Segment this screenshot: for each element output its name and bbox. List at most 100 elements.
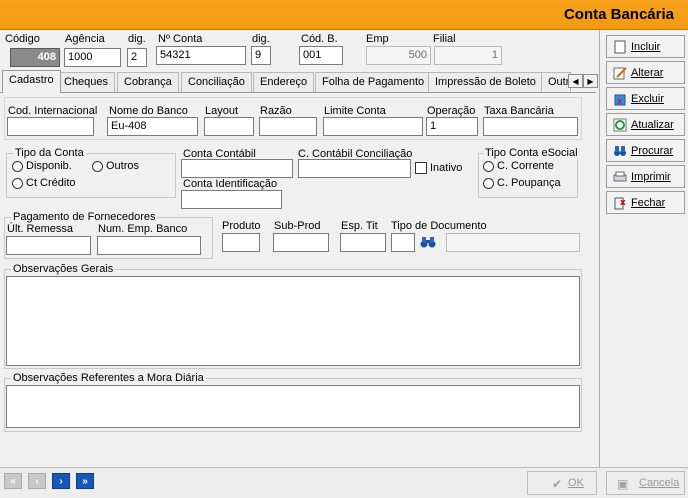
tab-scroll-right-icon[interactable]: ▶: [583, 74, 598, 88]
inativo-checkbox[interactable]: Inativo: [415, 162, 462, 174]
radio-c-corrente-circle[interactable]: [483, 160, 494, 172]
identificacao-label: Conta Identificação: [183, 178, 278, 190]
imprimir-button[interactable]: Imprimir: [606, 165, 685, 188]
conta-field[interactable]: 54321: [156, 46, 246, 65]
conta-dig-field[interactable]: 9: [251, 46, 271, 65]
tab-scroll-left-icon[interactable]: ◀: [568, 74, 583, 88]
fechar-label: Fechar: [631, 196, 666, 209]
atualizar-button[interactable]: Atualizar: [606, 113, 685, 136]
codb-field[interactable]: 001: [299, 46, 343, 65]
tab-folha-pagamento[interactable]: Folha de Pagamento: [315, 72, 432, 92]
filial-field: 1: [434, 46, 502, 65]
num-emp-field[interactable]: [97, 236, 201, 255]
obs-gerais-textarea[interactable]: [6, 276, 580, 366]
tipo-doc-description: [446, 233, 580, 252]
conta-dig-label: dig.: [252, 33, 270, 45]
inativo-label: Inativo: [430, 162, 463, 174]
emp-field: 500: [366, 46, 431, 65]
radio-c-poupanca-circle[interactable]: [483, 177, 494, 189]
refresh-icon-svg: [613, 118, 627, 131]
imprimir-label: Imprimir: [631, 170, 671, 183]
radio-outros-circle[interactable]: [92, 160, 103, 172]
tab-conciliacao[interactable]: Conciliação: [181, 72, 252, 92]
esp-tit-field[interactable]: [340, 233, 386, 252]
cancela-button[interactable]: ▣ Cancela: [606, 471, 685, 495]
taxa-label: Taxa Bancária: [484, 105, 554, 117]
tab-cheques[interactable]: Cheques: [57, 72, 116, 92]
obs-mora-textarea[interactable]: [6, 385, 580, 428]
alterar-label: Alterar: [631, 66, 664, 79]
edit-pencil-icon-svg: [613, 66, 627, 79]
radio-c-poupanca[interactable]: C. Poupança: [483, 177, 561, 189]
cancel-icon: ▣: [617, 477, 629, 491]
last-record-icon[interactable]: »: [76, 473, 94, 489]
tab-divider: [0, 92, 596, 93]
tab-scroll[interactable]: ◀ ▶: [568, 74, 598, 88]
first-record-icon[interactable]: «: [4, 473, 22, 489]
operacao-field[interactable]: 1: [426, 117, 478, 136]
subprod-field[interactable]: [273, 233, 329, 252]
radio-c-corrente[interactable]: C. Corrente: [483, 160, 554, 172]
tipo-conta-legend: Tipo da Conta: [13, 147, 86, 159]
agencia-dig-label: dig.: [128, 33, 146, 45]
close-door-icon-svg: x: [614, 197, 626, 209]
svg-text:x: x: [620, 198, 626, 208]
ult-remessa-field[interactable]: [6, 236, 91, 255]
delete-icon: x: [613, 92, 627, 106]
next-record-icon[interactable]: ›: [52, 473, 70, 489]
layout-field[interactable]: [204, 117, 254, 136]
edit-pencil-icon: [613, 66, 627, 80]
produto-label: Produto: [222, 220, 261, 232]
codb-label: Cód. B.: [301, 33, 338, 45]
radio-disponib[interactable]: Disponib.: [12, 160, 72, 172]
esocial-legend: Tipo Conta eSocial: [483, 147, 580, 159]
agencia-dig-field[interactable]: 2: [127, 48, 147, 67]
radio-outros[interactable]: Outros: [92, 160, 139, 172]
fornecedores-legend: Pagamento de Fornecedores: [11, 211, 158, 223]
refresh-icon: [613, 118, 627, 132]
tab-cobranca[interactable]: Cobrança: [117, 72, 179, 92]
inativo-box[interactable]: [415, 162, 427, 174]
fechar-button[interactable]: x Fechar: [606, 191, 685, 214]
new-document-icon-svg: [614, 40, 626, 53]
nome-banco-label: Nome do Banco: [109, 105, 188, 117]
produto-field[interactable]: [222, 233, 260, 252]
tab-cadastro[interactable]: Cadastro: [2, 70, 61, 93]
agencia-field[interactable]: 1000: [64, 48, 121, 67]
new-document-icon: [613, 40, 627, 54]
tab-impressao-boleto[interactable]: Impressão de Boleto: [428, 72, 543, 92]
binoculars-icon-svg: [420, 237, 436, 248]
identificacao-field[interactable]: [181, 190, 282, 209]
incluir-label: Incluir: [631, 40, 661, 53]
nome-banco-field[interactable]: Eu-408: [107, 117, 198, 136]
limite-field[interactable]: [323, 117, 423, 136]
alterar-button[interactable]: Alterar: [606, 61, 685, 84]
conta-contabil-field[interactable]: [181, 159, 293, 178]
procurar-label: Procurar: [631, 144, 674, 157]
razao-field[interactable]: [259, 117, 317, 136]
emp-label: Emp: [366, 33, 389, 45]
radio-disponib-label: Disponib.: [26, 160, 72, 172]
incluir-button[interactable]: Incluir: [606, 35, 685, 58]
radio-disponib-circle[interactable]: [12, 160, 23, 172]
ok-button[interactable]: ✔ OK: [527, 471, 597, 495]
tipo-doc-field[interactable]: [391, 233, 415, 252]
tab-endereco[interactable]: Endereço: [253, 72, 315, 92]
procurar-button[interactable]: Procurar: [606, 139, 685, 162]
codigo-label: Código: [5, 33, 40, 45]
tipo-doc-label: Tipo de Documento: [391, 220, 487, 232]
binoculars-icon[interactable]: [420, 235, 436, 251]
tab-outros[interactable]: Outr: [541, 72, 571, 92]
radio-ct-credito-circle[interactable]: [12, 177, 23, 189]
radio-c-poupanca-label: C. Poupança: [497, 177, 561, 189]
agencia-label: Agência: [65, 33, 105, 45]
radio-ct-credito[interactable]: Ct Crédito: [12, 177, 76, 189]
search-binoculars-icon-svg: [614, 145, 626, 156]
taxa-field[interactable]: [483, 117, 578, 136]
cod-intl-field[interactable]: [7, 117, 94, 136]
previous-record-icon[interactable]: ‹: [28, 473, 46, 489]
conciliacao-field[interactable]: [298, 159, 411, 178]
excluir-button[interactable]: x Excluir: [606, 87, 685, 110]
codigo-field[interactable]: 408: [10, 48, 60, 67]
svg-text:x: x: [617, 97, 623, 106]
